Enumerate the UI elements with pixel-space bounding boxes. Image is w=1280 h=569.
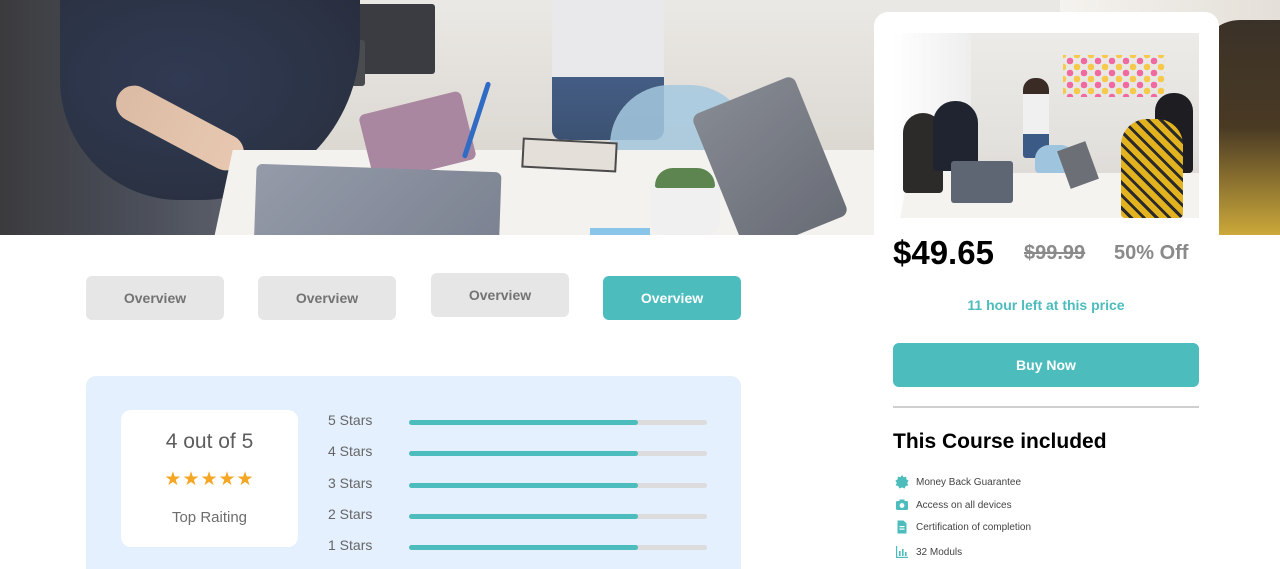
original-price: $99.99 — [1024, 242, 1086, 264]
document-icon — [895, 520, 909, 534]
course-included-title: This Course included — [893, 430, 1107, 453]
rating-bar-fill — [409, 545, 639, 550]
rating-bar-label: 2 Stars — [328, 506, 373, 522]
rating-bar-track — [409, 545, 707, 550]
rating-bar-fill — [409, 451, 639, 456]
rating-bar-track — [409, 420, 707, 425]
tab-overview-1[interactable]: Overview — [86, 276, 224, 320]
rating-bar-track — [409, 514, 707, 519]
discount-badge: 50% Off — [1114, 242, 1189, 264]
star-rating-icon: ★★★★★ — [164, 468, 255, 490]
course-preview-image — [893, 33, 1199, 218]
feature-label: 32 Moduls — [916, 546, 963, 558]
rating-bar-fill — [409, 420, 639, 425]
rating-score: 4 out of 5 — [165, 430, 254, 453]
rating-summary-card: 4 out of 5 ★★★★★ Top Raiting — [121, 410, 298, 547]
buy-now-button[interactable]: Buy Now — [893, 343, 1199, 387]
rating-bar-1-stars: 1 Stars — [328, 537, 708, 557]
rating-bar-track — [409, 483, 707, 488]
tab-overview-2[interactable]: Overview — [258, 276, 396, 320]
feature-label: Access on all devices — [916, 499, 1012, 511]
rating-bar-label: 1 Stars — [328, 537, 373, 553]
feature-all-devices: Access on all devices — [895, 497, 1012, 513]
rating-bar-label: 3 Stars — [328, 475, 373, 491]
rating-label: Top Raiting — [171, 509, 248, 526]
rating-bar-label: 4 Stars — [328, 443, 373, 459]
badge-icon — [895, 475, 909, 489]
feature-label: Money Back Guarantee — [916, 476, 1022, 488]
feature-certification: Certification of completion — [895, 519, 1031, 535]
rating-bar-2-stars: 2 Stars — [328, 506, 708, 526]
camera-icon — [895, 498, 909, 512]
time-left-notice: 11 hour left at this price — [967, 297, 1125, 313]
rating-bar-5-stars: 5 Stars — [328, 412, 708, 432]
tab-overview-3[interactable]: Overview — [431, 273, 569, 317]
rating-bar-fill — [409, 483, 639, 488]
tab-overview-active[interactable]: Overview — [603, 276, 741, 320]
rating-bar-fill — [409, 514, 639, 519]
current-price: $49.65 — [893, 234, 994, 271]
feature-label: Certification of completion — [916, 521, 1032, 533]
rating-bar-4-stars: 4 Stars — [328, 443, 708, 463]
feature-modules: 32 Moduls — [895, 544, 962, 560]
rating-bar-3-stars: 3 Stars — [328, 475, 708, 495]
divider — [893, 406, 1199, 408]
rating-bar-track — [409, 451, 707, 456]
rating-bar-label: 5 Stars — [328, 412, 373, 428]
bar-chart-icon — [895, 545, 909, 559]
feature-money-back: Money Back Guarantee — [895, 474, 1021, 490]
